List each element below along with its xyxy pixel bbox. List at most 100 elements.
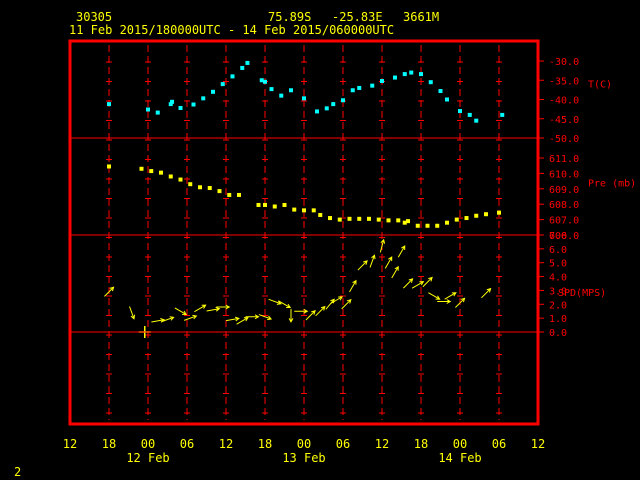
wind-arrow bbox=[129, 306, 136, 320]
pressure-point bbox=[263, 202, 267, 207]
temperature-point bbox=[263, 79, 267, 84]
pressure-point bbox=[168, 174, 173, 179]
wind-tick-label: 1.0 bbox=[549, 314, 567, 325]
wind-arrow bbox=[183, 314, 198, 321]
x-tick-label: 18 bbox=[414, 437, 428, 451]
pressure-point bbox=[367, 216, 371, 221]
temperature-point bbox=[269, 87, 274, 92]
temperature-point bbox=[350, 88, 355, 93]
temperature-point bbox=[474, 118, 479, 123]
temperature-point bbox=[341, 98, 345, 103]
pressure-point bbox=[159, 170, 163, 175]
temperature-tick-label: -40.0 bbox=[549, 96, 579, 107]
pressure-tick-label: 609.0 bbox=[549, 185, 579, 196]
wind-arrow bbox=[268, 298, 282, 305]
meteogram-chart: -30.0 -35.0 -40.0 -45.0 -50.0 T(C) 611.0 610.0 6… bbox=[63, 39, 636, 465]
temperature-point bbox=[201, 96, 206, 101]
temperature-point bbox=[458, 109, 462, 114]
wind-arrow bbox=[384, 256, 393, 269]
pressure-tick-label: 607.0 bbox=[549, 216, 579, 227]
temperature-point bbox=[428, 80, 433, 85]
pressure-point bbox=[445, 220, 449, 225]
pressure-point bbox=[198, 185, 202, 190]
pressure-point bbox=[311, 208, 316, 213]
temperature-point bbox=[289, 88, 293, 93]
pressure-tick-label: 608.0 bbox=[549, 200, 579, 211]
pressure-tick-label: 611.0 bbox=[549, 154, 579, 165]
temperature-point bbox=[155, 110, 160, 115]
x-tick-label: 06 bbox=[180, 437, 194, 451]
day-label: 13 Feb bbox=[282, 451, 325, 465]
pressure-point bbox=[237, 192, 241, 197]
pressure-point bbox=[357, 216, 362, 221]
temperature-point bbox=[245, 60, 250, 65]
wind-arrow bbox=[357, 260, 368, 271]
pressure-point bbox=[207, 186, 212, 191]
temperature-point bbox=[220, 82, 225, 87]
temperature-point bbox=[500, 112, 505, 117]
pressure-point bbox=[292, 207, 297, 212]
x-tick-label: 06 bbox=[492, 437, 506, 451]
wind-tick-label: 5.0 bbox=[549, 259, 567, 270]
pressure-point bbox=[302, 208, 306, 213]
wind-arrow bbox=[379, 238, 386, 253]
wind-tick-label: 2.0 bbox=[549, 300, 567, 311]
wind-arrow bbox=[444, 292, 457, 300]
pressure-point bbox=[188, 182, 193, 187]
pressure-point bbox=[396, 218, 401, 223]
wind-arrow bbox=[206, 306, 221, 312]
pressure-point bbox=[406, 219, 410, 224]
wind-arrow bbox=[369, 254, 376, 268]
temperature-point bbox=[240, 65, 245, 70]
wind-arrow bbox=[437, 299, 452, 304]
wind-axis-label: SPD(MPS) bbox=[558, 288, 606, 299]
wind-arrow bbox=[325, 298, 335, 310]
pressure-point bbox=[149, 169, 154, 174]
wind-tick-label: 6.0 bbox=[549, 245, 567, 256]
temperature-point bbox=[315, 109, 319, 114]
x-tick-label: 18 bbox=[258, 437, 272, 451]
wind-arrow bbox=[349, 279, 357, 293]
pressure-point bbox=[435, 223, 440, 228]
pressure-point bbox=[376, 217, 381, 222]
x-tick-label: 18 bbox=[102, 437, 116, 451]
wind-arrow bbox=[428, 292, 441, 300]
wind-arrow bbox=[288, 308, 294, 323]
temperature-point bbox=[302, 96, 306, 101]
x-tick-label: 00 bbox=[141, 437, 155, 451]
temperature-point bbox=[357, 85, 362, 90]
temperature-point bbox=[230, 74, 235, 79]
pressure-point bbox=[484, 212, 488, 217]
pressure-point bbox=[415, 223, 420, 228]
wind-arrow bbox=[194, 304, 207, 313]
x-tick-label: 06 bbox=[336, 437, 350, 451]
pressure-point bbox=[454, 217, 459, 222]
x-tick-label: 00 bbox=[297, 437, 311, 451]
wind-arrow bbox=[481, 287, 492, 299]
temperature-point bbox=[445, 97, 449, 102]
wind-arrow bbox=[422, 276, 433, 288]
temperature-point bbox=[402, 72, 407, 77]
wind-tick-label: 4.0 bbox=[549, 273, 567, 284]
wind-arrow bbox=[305, 310, 316, 321]
temperature-point bbox=[467, 112, 472, 117]
temperature-point bbox=[170, 99, 175, 104]
pressure-point bbox=[318, 212, 323, 217]
x-tick-label: 00 bbox=[453, 437, 467, 451]
temperature-point bbox=[324, 106, 329, 111]
pressure-point bbox=[337, 217, 342, 222]
temperature-point bbox=[393, 75, 397, 80]
wind-arrow bbox=[397, 245, 406, 258]
x-tick-label: 12 bbox=[375, 437, 389, 451]
pressure-point bbox=[474, 213, 479, 218]
temperature-point bbox=[107, 102, 111, 107]
pressure-point bbox=[328, 216, 332, 221]
pressure-point bbox=[217, 189, 222, 194]
pressure-point bbox=[227, 192, 232, 197]
day-label: 14 Feb bbox=[438, 451, 481, 465]
wind-arrow bbox=[391, 265, 399, 279]
temperature-point bbox=[331, 102, 336, 107]
wind-arrow bbox=[174, 307, 188, 315]
temperature-tick-label: -50.0 bbox=[549, 134, 579, 145]
temperature-axis-label: T(C) bbox=[588, 80, 612, 91]
